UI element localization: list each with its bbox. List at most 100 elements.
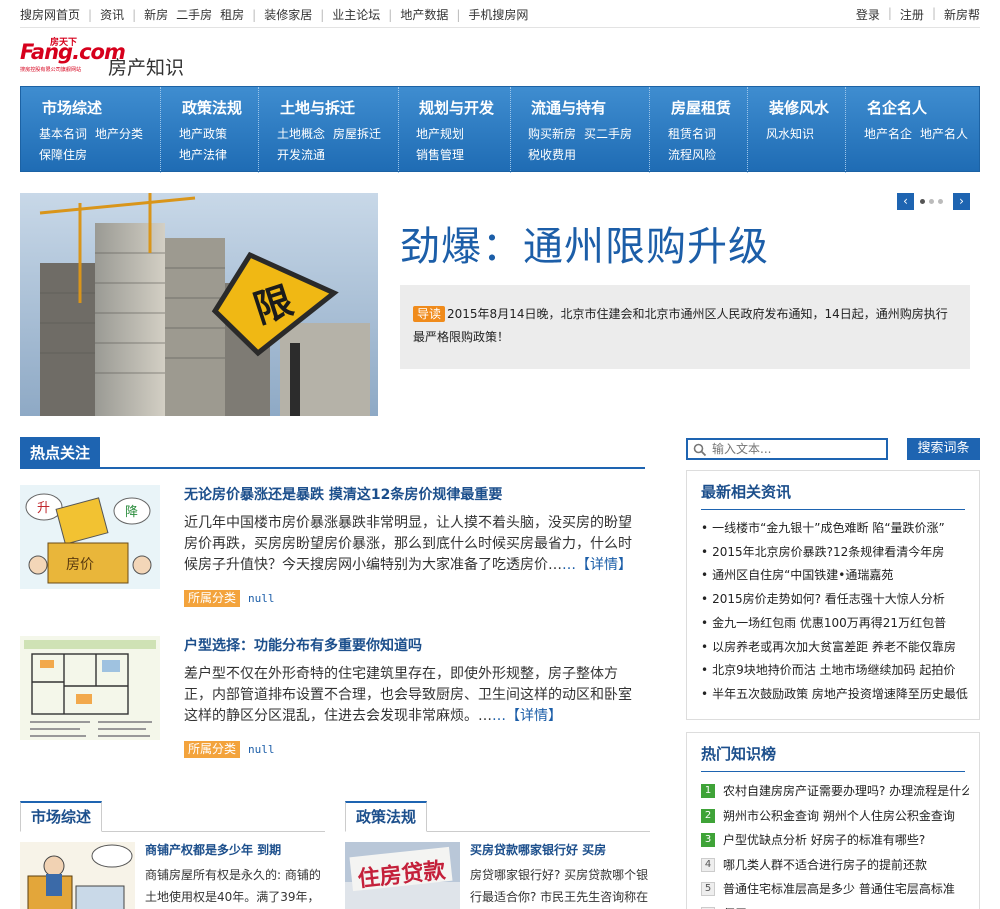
list-item[interactable]: • 通州区自住房“中国铁建•通瑞嘉苑 <box>701 564 969 588</box>
nav-link[interactable]: 买二手房 <box>584 124 632 145</box>
nav-heading[interactable]: 土地与拆迁 <box>277 97 398 119</box>
nav-link[interactable]: 开发流通 <box>277 145 325 166</box>
rank-number: 1 <box>701 784 715 799</box>
slide-dots <box>920 199 943 204</box>
banner-headline[interactable]: 劲爆：通州限购升级 <box>400 214 769 272</box>
rank-number: 3 <box>701 833 715 848</box>
fang-logo-mark: 房天下 Fang.com 搜房控股有限公司旗舰网站 <box>20 38 126 74</box>
nav-heading[interactable]: 房屋租赁 <box>668 97 747 119</box>
read-more-link[interactable]: …【详情】 <box>562 557 632 573</box>
list-item[interactable]: • 半年五次鼓励政策 房地产投资增速降至历史最低 <box>701 683 969 707</box>
nav-link[interactable]: 地产名企 <box>864 124 912 145</box>
search-button[interactable]: 搜索词条 <box>907 438 980 460</box>
list-item[interactable]: • 北京9块地持价而沽 土地市场继续加码 起拍价 <box>701 659 969 683</box>
nav-link[interactable]: 基本名词 <box>39 124 87 145</box>
nav-heading[interactable]: 名企名人 <box>864 97 979 119</box>
list-item[interactable]: • 金九一场红包雨 优惠100万再得21万红包普 <box>701 612 969 636</box>
top-link-home[interactable]: 搜房网首页 <box>20 6 80 23</box>
list-item[interactable]: • 2015房价走势如何? 看任志强十大惊人分析 <box>701 588 969 612</box>
top-link-forum[interactable]: 业主论坛 <box>332 6 380 23</box>
category-value[interactable]: null <box>248 592 275 605</box>
rank-item[interactable]: 2 朔州市公积金查询 朔州个人住房公积金查询 <box>701 804 969 829</box>
banner-image[interactable]: 限 <box>20 193 378 416</box>
nav-links: 地产规划 销售管理 <box>416 124 510 166</box>
separator: | <box>252 7 257 22</box>
nav-link[interactable]: 保障住房 <box>39 145 87 166</box>
tab-hot[interactable]: 热点关注 <box>20 437 101 469</box>
rank-item[interactable]: 1 农村自建房房产证需要办理吗? 办理流程是什么 <box>701 779 969 804</box>
list-item[interactable]: • 一线楼市“金九银十”成色难断 陷“量跌价涨” <box>701 517 969 541</box>
nav-link[interactable]: 租赁名词 <box>668 124 716 145</box>
latest-news-box: 最新相关资讯 • 一线楼市“金九银十”成色难断 陷“量跌价涨” • 2015年北京房… <box>686 470 980 720</box>
top-link-data[interactable]: 地产数据 <box>400 6 448 23</box>
article-image[interactable]: 升 降 房价 <box>20 485 160 589</box>
nav-links: 租赁名词 流程风险 <box>668 124 747 166</box>
nav-heading[interactable]: 装修风水 <box>766 97 845 119</box>
nav-link[interactable]: 流程风险 <box>668 145 716 166</box>
category-value[interactable]: null <box>248 743 275 756</box>
nav-heading[interactable]: 政策法规 <box>179 97 258 119</box>
nav-links: 地产政策 地产法律 <box>179 124 258 166</box>
list-item[interactable]: • 以房养老或再次加大贫富差距 养老不能仅靠房 <box>701 636 969 660</box>
slide-dot[interactable] <box>929 199 934 204</box>
tab-market[interactable]: 市场综述 <box>20 801 103 832</box>
nav-link[interactable]: 地产政策 <box>179 124 227 145</box>
market-article-summary: 商铺房屋所有权是永久的: 商铺的土地使用权是40年。满了39年，也 <box>145 868 321 904</box>
read-more-link[interactable]: …【详情】 <box>492 708 562 724</box>
category-badge: 所属分类 <box>184 590 241 607</box>
separator: | <box>456 7 461 22</box>
prev-slide-button[interactable]: ‹ <box>897 193 914 210</box>
xinfangbang-link[interactable]: 新房帮 <box>944 6 980 23</box>
nav-link[interactable]: 地产分类 <box>95 124 143 145</box>
slide-dot-active[interactable] <box>920 199 925 204</box>
nav-link[interactable]: 地产名人 <box>920 124 968 145</box>
top-link-decoration[interactable]: 装修家居 <box>264 6 312 23</box>
article-title[interactable]: 户型选择：功能分布有多重要你知道吗 <box>184 635 422 655</box>
nav-heading[interactable]: 规划与开发 <box>416 97 510 119</box>
rank-item[interactable]: 5 普通住宅标准层高是多少 普通住宅层高标准 <box>701 877 969 902</box>
nav-heading[interactable]: 市场综述 <box>39 97 160 119</box>
article-image[interactable] <box>20 636 160 740</box>
article-title[interactable]: 无论房价暴涨还是暴跌 摸清这12条房价规律最重要 <box>184 484 502 504</box>
category-badge: 所属分类 <box>184 741 241 758</box>
article-meta: 所属分类 null <box>184 590 275 607</box>
nav-links: 基本名词 地产分类 保障住房 <box>39 124 160 166</box>
rank-item[interactable]: 6佰层 <box>701 902 969 909</box>
market-article-title[interactable]: 商铺产权都是多少年 到期 <box>145 841 281 858</box>
register-link[interactable]: 注册 <box>900 6 924 23</box>
slide-dot[interactable] <box>938 199 943 204</box>
policy-image[interactable]: 住房贷款 <box>345 842 460 909</box>
nav-link[interactable]: 购买新房 <box>528 124 576 145</box>
rank-item[interactable]: 4 哪几类人群不适合进行房子的提前还款 <box>701 853 969 878</box>
next-slide-button[interactable]: › <box>953 193 970 210</box>
list-item[interactable]: • 2015年北京房价暴跌?12条规律看清今年房 <box>701 541 969 565</box>
market-image[interactable] <box>20 842 135 909</box>
login-link[interactable]: 登录 <box>856 6 880 23</box>
top-link-news[interactable]: 资讯 <box>100 6 124 23</box>
nav-links: 地产名企 地产名人 <box>864 124 979 145</box>
top-link-mobile[interactable]: 手机搜房网 <box>468 6 528 23</box>
nav-column-market: 市场综述 基本名词 地产分类 保障住房 <box>21 87 160 173</box>
nav-link[interactable]: 地产法律 <box>179 145 227 166</box>
tab-policy[interactable]: 政策法规 <box>345 801 428 832</box>
nav-heading[interactable]: 流通与持有 <box>528 97 649 119</box>
top-link-secondhand[interactable]: 二手房 <box>176 6 212 23</box>
nav-link[interactable]: 销售管理 <box>416 145 464 166</box>
logo-slogan: 搜房控股有限公司旗舰网站 <box>20 66 82 73</box>
nav-link[interactable]: 税收费用 <box>528 145 576 166</box>
category-navigation: 市场综述 基本名词 地产分类 保障住房 政策法规 地产政策 地产法律 土地与拆迁… <box>20 86 980 173</box>
shop-cartoon <box>20 842 135 909</box>
nav-link[interactable]: 房屋拆迁 <box>333 124 381 145</box>
loan-illustration: 住房贷款 <box>345 842 460 909</box>
nav-link[interactable]: 风水知识 <box>766 124 814 145</box>
rank-item[interactable]: 3 户型优缺点分析 好房子的标准有哪些? <box>701 828 969 853</box>
top-links-left: 搜房网首页 | 资讯 | 新房 二手房 租房 | 装修家居 | 业主论坛 | 地产数据 | … <box>20 6 528 23</box>
separator: | <box>887 6 892 20</box>
nav-link[interactable]: 地产规划 <box>416 124 464 145</box>
site-logo[interactable]: 房天下 Fang.com 搜房控股有限公司旗舰网站 房产知识 <box>20 38 220 79</box>
top-link-rent[interactable]: 租房 <box>220 6 244 23</box>
nav-link[interactable]: 土地概念 <box>277 124 325 145</box>
policy-article-title[interactable]: 买房贷款哪家银行好 买房 <box>470 841 606 858</box>
search-input[interactable] <box>712 441 882 457</box>
top-link-newhouse[interactable]: 新房 <box>144 6 168 23</box>
